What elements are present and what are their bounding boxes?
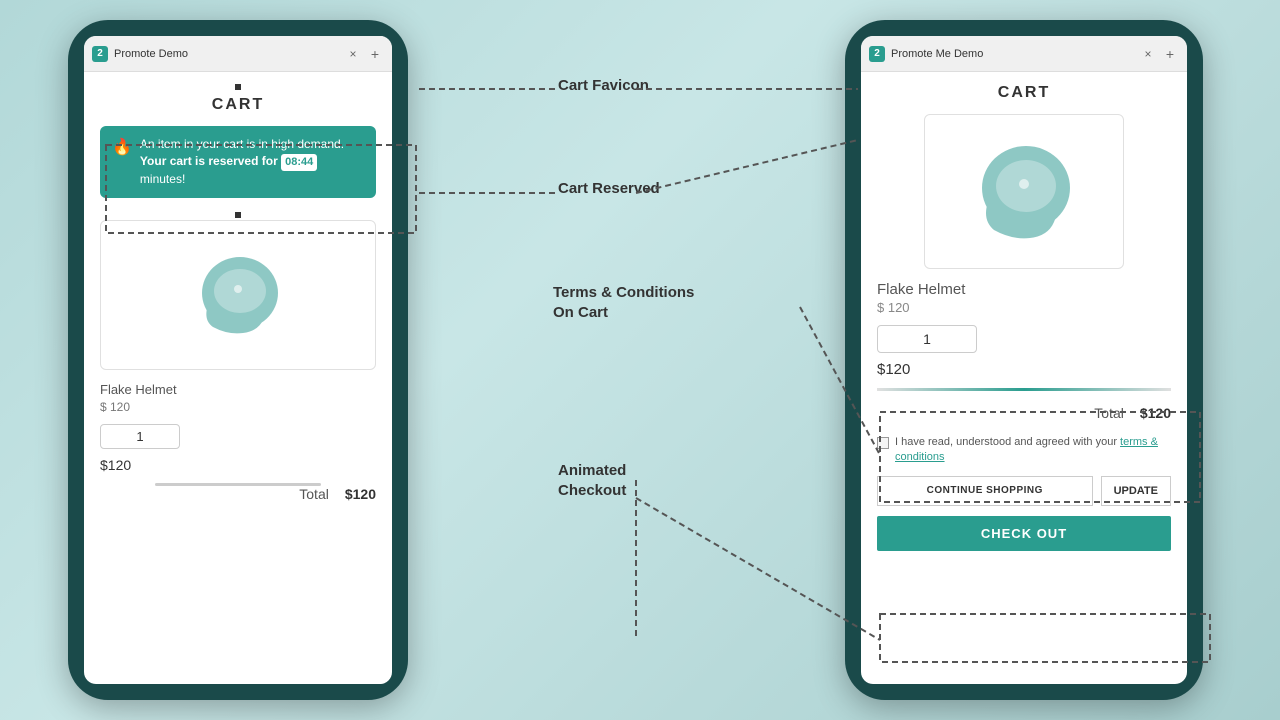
left-product-name: Flake Helmet — [100, 382, 376, 397]
right-browser-bar: 2 Promote Me Demo × + — [861, 36, 1187, 72]
left-total-amount: $120 — [345, 486, 376, 502]
cart-favicon-label: Cart Favicon — [558, 76, 649, 96]
left-phone-screen: 2 Promote Demo × + CART 🔥 An item in you… — [84, 36, 392, 684]
terms-row: I have read, understood and agreed with … — [877, 435, 1171, 466]
right-cart-content: CART Flake Helmet $ 120 $120 — [861, 72, 1187, 559]
cart-buttons-row: CONTINUE SHOPPING UPDATE — [877, 476, 1171, 506]
right-close-button[interactable]: × — [1141, 47, 1155, 61]
left-close-button[interactable]: × — [346, 47, 360, 61]
left-cart-title: CART — [100, 92, 376, 114]
left-total-label: Total — [299, 486, 329, 502]
left-pin-middle — [235, 212, 241, 218]
terms-checkbox[interactable] — [877, 437, 889, 449]
right-favicon: 2 — [869, 46, 885, 62]
right-tab-title: Promote Me Demo — [891, 48, 983, 60]
continue-shopping-button[interactable]: CONTINUE SHOPPING — [877, 476, 1093, 506]
terms-conditions-label: Terms & Conditions On Cart — [553, 283, 694, 322]
left-favicon: 2 — [92, 46, 108, 62]
right-helmet-svg — [954, 134, 1094, 249]
notification-main-text: An item in your cart is in high demand. — [140, 137, 344, 151]
left-new-tab-button[interactable]: + — [366, 45, 384, 63]
left-pin-top — [235, 84, 241, 90]
right-product-subtotal: $120 — [877, 361, 1171, 378]
right-divider — [877, 388, 1171, 391]
animated-checkout-label: Animated Checkout — [558, 461, 626, 500]
right-total-label: Total — [1094, 405, 1124, 421]
right-cart-title: CART — [877, 80, 1171, 102]
left-cart-total-row: Total $120 — [100, 486, 376, 502]
left-browser-tab: Promote Demo — [114, 48, 340, 60]
left-browser-bar: 2 Promote Demo × + — [84, 36, 392, 72]
notification-suffix: minutes! — [140, 172, 185, 186]
right-product-name: Flake Helmet — [877, 281, 1171, 298]
right-total-amount: $120 — [1140, 405, 1171, 421]
left-cart-content: CART 🔥 An item in your cart is in high d… — [84, 72, 392, 518]
left-tab-title: Promote Demo — [114, 48, 188, 60]
terms-main-text: I have read, understood and agreed with … — [895, 436, 1117, 448]
right-quantity-input[interactable] — [877, 325, 977, 353]
right-product-image — [924, 114, 1124, 269]
fire-icon: 🔥 — [112, 137, 132, 159]
right-browser-tab: Promote Me Demo — [891, 48, 1135, 60]
terms-text: I have read, understood and agreed with … — [895, 435, 1171, 466]
right-phone-frame: 2 Promote Me Demo × + CART — [845, 20, 1203, 700]
left-product-subtotal: $120 — [100, 457, 376, 473]
right-phone-screen: 2 Promote Me Demo × + CART — [861, 36, 1187, 684]
checkout-button[interactable]: CHECK OUT — [877, 516, 1171, 551]
notification-bold-text: Your cart is reserved for — [140, 154, 278, 168]
right-total-row: Total $120 — [877, 399, 1171, 427]
update-button[interactable]: UPDATE — [1101, 476, 1171, 506]
right-product-price: $ 120 — [877, 300, 1171, 315]
timer-badge: 08:44 — [281, 154, 317, 171]
right-new-tab-button[interactable]: + — [1161, 45, 1179, 63]
left-product-price: $ 120 — [100, 400, 376, 414]
left-product-image — [100, 220, 376, 370]
cart-reserved-label: Cart Reserved — [558, 179, 660, 199]
cart-notification-banner: 🔥 An item in your cart is in high demand… — [100, 126, 376, 198]
left-phone-frame: 2 Promote Demo × + CART 🔥 An item in you… — [68, 20, 408, 700]
left-quantity-input[interactable] — [100, 424, 180, 449]
notification-text: An item in your cart is in high demand. … — [140, 136, 364, 188]
left-helmet-svg — [178, 245, 298, 345]
